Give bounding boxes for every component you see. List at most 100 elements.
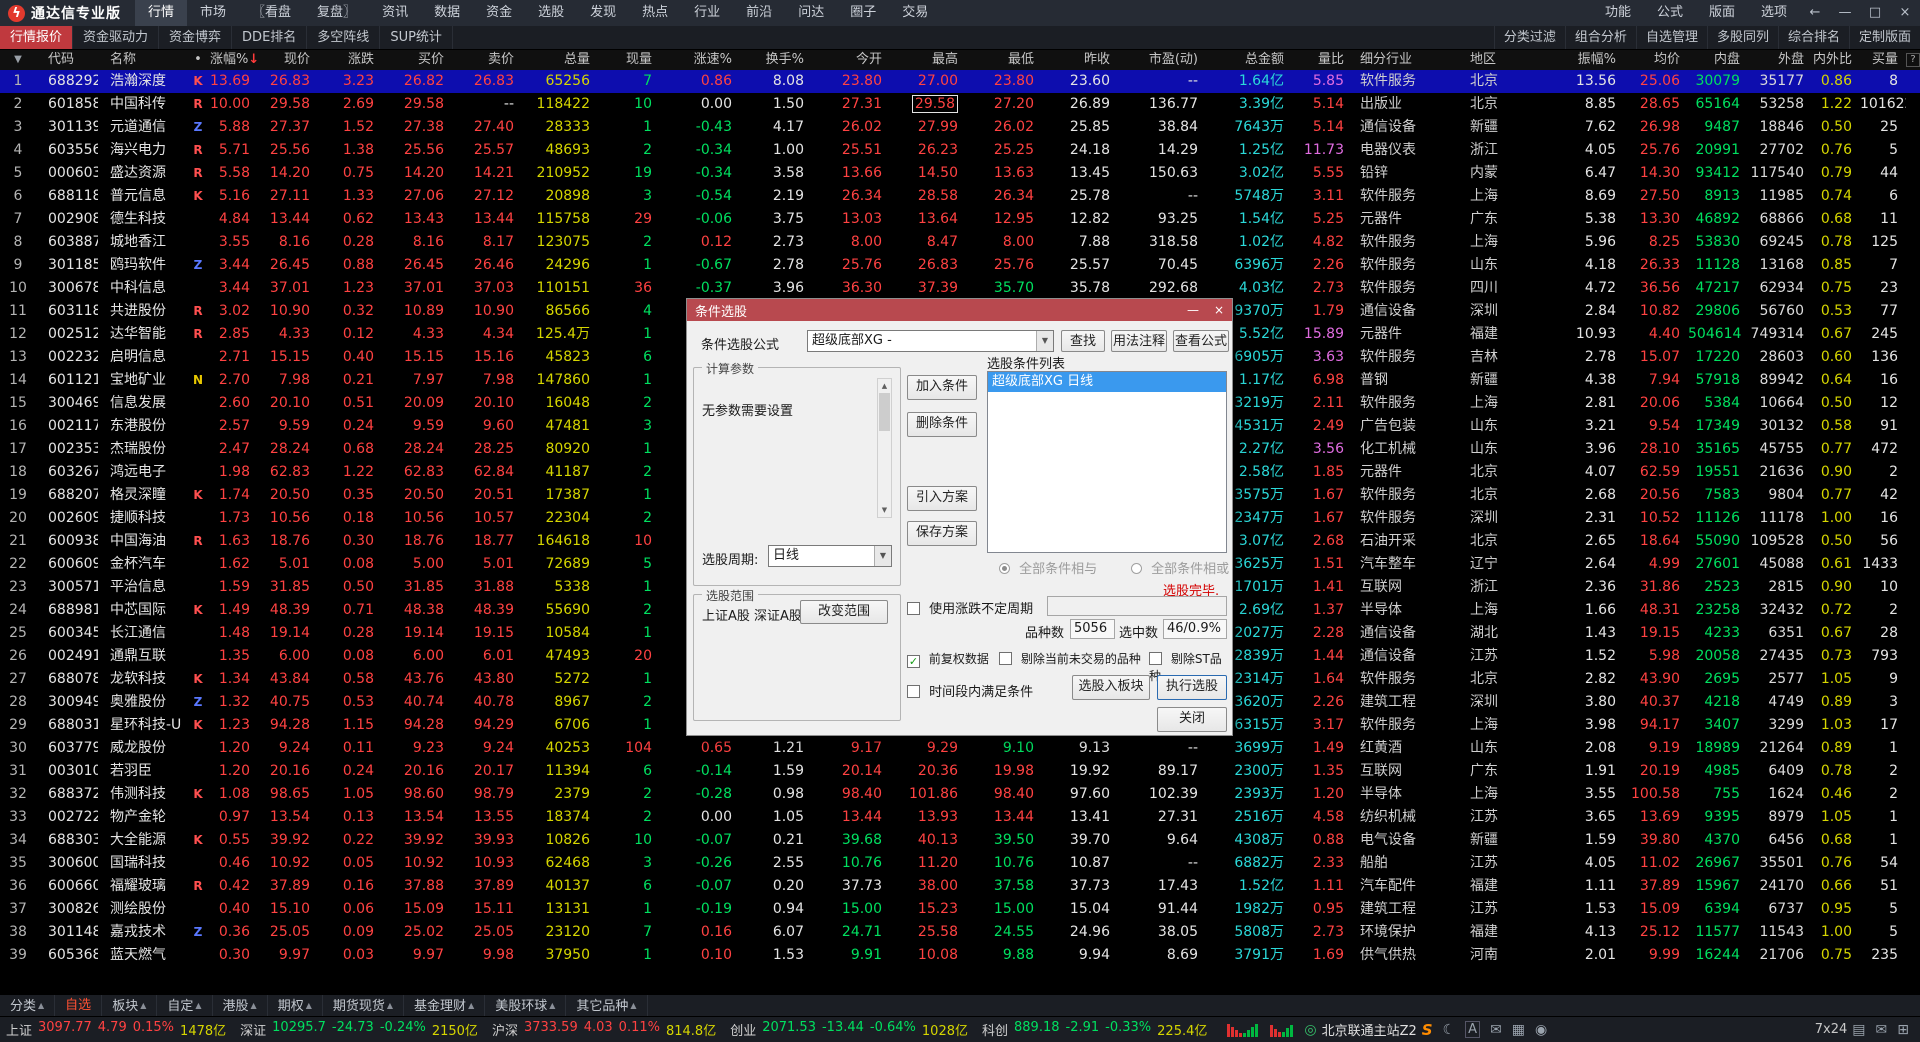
subnav-tool-1[interactable]: 组合分析 [1564, 26, 1636, 49]
subnav-tab-1[interactable]: 资金驱动力 [73, 26, 160, 49]
chevron-down-icon[interactable]: ▼ [874, 546, 891, 566]
stock-row[interactable]: 2 601858 中国科传 R 10.00 29.58 2.69 29.58 -- 118422 1… [0, 93, 1920, 116]
column-header-10[interactable]: 现量 [598, 50, 660, 70]
checkbox-time-range[interactable]: 时间段内满足条件 [907, 681, 1033, 700]
checkbox-unchecked-icon[interactable] [1149, 652, 1162, 665]
stock-row[interactable]: 30 603779 威龙股份 1.20 9.24 0.11 9.23 9.24 40253 104… [0, 737, 1920, 760]
menu-item-14[interactable]: 交易 [889, 0, 941, 26]
subnav-tab-3[interactable]: DDE排名 [232, 26, 308, 49]
column-header-16[interactable]: 昨收 [1042, 50, 1118, 70]
minimize-button-icon[interactable]: — [1830, 0, 1860, 26]
board-tab-0[interactable]: 分类 ▲ [0, 995, 56, 1016]
board-tab-4[interactable]: 港股 ▲ [213, 995, 268, 1016]
dialog-close-icon[interactable]: × [1206, 299, 1232, 321]
dialog-minimize-icon[interactable]: — [1180, 299, 1206, 321]
checkbox-unchecked-icon[interactable] [999, 652, 1012, 665]
close-button-icon[interactable]: × [1890, 0, 1920, 26]
column-header-12[interactable]: 换手% [740, 50, 812, 70]
stock-row[interactable]: 4 603556 海兴电力 R 5.71 25.56 1.38 25.56 25.57 48693… [0, 139, 1920, 162]
menu-item-0[interactable]: 行情 [135, 0, 188, 26]
chat-icon[interactable]: ✉ [1876, 1022, 1888, 1038]
stock-row[interactable]: 33 002722 物产金轮 0.97 13.54 0.13 13.54 13.55 18374… [0, 806, 1920, 829]
column-header-9[interactable]: 总量 [522, 50, 598, 70]
checkbox-unfixed-period[interactable]: 使用涨跌不定周期 [907, 598, 1033, 617]
stock-row[interactable]: 32 688372 伟测科技 K 1.08 98.65 1.05 98.60 98.79 2379… [0, 783, 1920, 806]
restore-button-icon[interactable]: □ [1860, 0, 1890, 26]
menu-item-10[interactable]: 行业 [681, 0, 733, 26]
column-header-5[interactable]: 现价 [258, 50, 318, 70]
back-button-icon[interactable]: ← [1800, 0, 1830, 26]
stock-row[interactable]: 6 688118 普元信息 K 5.16 27.11 1.33 27.06 27.12 20898… [0, 185, 1920, 208]
stock-row[interactable]: 10 300678 中科信息 3.44 37.01 1.23 37.01 37.03 11015… [0, 277, 1920, 300]
server-name[interactable]: 北京联通主站Z2 [1322, 1020, 1417, 1039]
stock-row[interactable]: 8 603887 城地香江 3.55 8.16 0.28 8.16 8.17 123075 2 0.… [0, 231, 1920, 254]
column-header-21[interactable]: 地区 [1462, 50, 1540, 70]
board-tab-6[interactable]: 期货现货 ▲ [323, 995, 405, 1016]
column-header-7[interactable]: 买价 [382, 50, 452, 70]
stock-row[interactable]: 37 300826 测绘股份 0.40 15.10 0.06 15.09 15.11 13131… [0, 898, 1920, 921]
params-scrollbar[interactable]: ▲ ▼ [877, 378, 892, 518]
apps-icon[interactable]: ⊞ [1897, 1022, 1909, 1038]
stock-row[interactable]: 3 301139 元道通信 Z 5.88 27.37 1.52 27.38 27.40 28333… [0, 116, 1920, 139]
menu-right-item-3[interactable]: 选项 [1748, 0, 1800, 26]
column-header-15[interactable]: 最低 [966, 50, 1042, 70]
tdx-s-icon[interactable]: S [1422, 1021, 1433, 1039]
change-range-button[interactable]: 改变范围 [800, 600, 888, 624]
dialog-titlebar[interactable]: 条件选股 — × [687, 299, 1232, 321]
subnav-tool-4[interactable]: 综合排名 [1777, 26, 1849, 49]
execute-pick-button[interactable]: 执行选股 [1157, 675, 1227, 700]
index-quote-4[interactable]: 科创 889.18 -2.91 -0.33% 225.4亿 [982, 1020, 1207, 1039]
scroll-up-icon[interactable]: ▲ [878, 379, 891, 393]
column-header-20[interactable]: 细分行业 [1352, 50, 1462, 70]
index-quote-2[interactable]: 沪深 3733.59 4.03 0.11% 814.8亿 [492, 1020, 716, 1039]
period-combobox[interactable]: 日线 ▼ [768, 545, 892, 567]
import-plan-button[interactable]: 引入方案 [907, 486, 977, 511]
menu-item-8[interactable]: 发现 [577, 0, 629, 26]
user-icon[interactable]: ◉ [1535, 1022, 1547, 1038]
column-header-18[interactable]: 总金额 [1206, 50, 1292, 70]
column-header-19[interactable]: 量比 [1292, 50, 1352, 70]
checkbox-forward-adjusted[interactable]: ✓ 前复权数据 [907, 650, 989, 668]
menu-item-11[interactable]: 前沿 [733, 0, 785, 26]
subnav-tool-0[interactable]: 分类过滤 [1493, 26, 1565, 49]
save-plan-button[interactable]: 保存方案 [907, 521, 977, 546]
checkbox-unchecked-icon[interactable] [907, 685, 920, 698]
menu-item-2[interactable]: 〖看盘 [239, 0, 304, 26]
unfixed-period-field[interactable] [1047, 596, 1227, 616]
stock-row[interactable]: 7 002908 德生科技 4.84 13.44 0.62 13.43 13.44 115758… [0, 208, 1920, 231]
scrollbar-thumb[interactable] [879, 393, 890, 431]
board-tab-5[interactable]: 期权 ▲ [268, 995, 323, 1016]
board-tab-2[interactable]: 板块 ▲ [102, 995, 158, 1016]
column-header-13[interactable]: 今开 [812, 50, 890, 70]
scroll-down-icon[interactable]: ▼ [878, 503, 891, 517]
menu-right-item-2[interactable]: 版面 [1696, 0, 1748, 26]
index-quote-0[interactable]: 上证 3097.77 4.79 0.15% 1478亿 [6, 1020, 226, 1039]
menu-item-12[interactable]: 问达 [785, 0, 837, 26]
menu-item-1[interactable]: 市场 [187, 0, 239, 26]
menu-right-item-0[interactable]: 功能 [1592, 0, 1644, 26]
column-header-14[interactable]: 最高 [890, 50, 966, 70]
stock-row[interactable]: 9 301185 鸥玛软件 Z 3.44 26.45 0.88 26.45 26.46 24296… [0, 254, 1920, 277]
board-tab-8[interactable]: 美股环球 ▲ [485, 995, 567, 1016]
board-tab-3[interactable]: 自定 ▲ [157, 995, 213, 1016]
menu-item-6[interactable]: 资金 [473, 0, 525, 26]
index-quote-1[interactable]: 深证 10295.7 -24.73 -0.24% 2150亿 [240, 1020, 478, 1039]
column-header-3[interactable]: • [186, 50, 210, 70]
column-header-2[interactable]: 名称 [98, 50, 186, 70]
close-dialog-button[interactable]: 关闭 [1157, 707, 1227, 732]
index-quote-3[interactable]: 创业 2071.53 -13.44 -0.64% 1028亿 [730, 1020, 968, 1039]
column-header-11[interactable]: 涨速% [660, 50, 740, 70]
checkbox-unchecked-icon[interactable] [907, 602, 920, 615]
find-button[interactable]: 查找 [1061, 330, 1105, 352]
formula-combobox[interactable]: 超级底部XG - ▼ [807, 330, 1054, 352]
menu-item-9[interactable]: 热点 [629, 0, 681, 26]
column-header-4[interactable]: 涨幅%↓ [210, 50, 258, 70]
chevron-down-icon[interactable]: ▼ [1036, 331, 1053, 351]
condition-list-item[interactable]: 超级底部XG 日线 [988, 372, 1226, 392]
subnav-tab-5[interactable]: SUP统计 [380, 26, 453, 49]
stock-row[interactable]: 36 600660 福耀玻璃 R 0.42 37.89 0.16 37.88 37.89 4013… [0, 875, 1920, 898]
subnav-tool-5[interactable]: 定制版面 [1848, 26, 1920, 49]
subnav-tab-4[interactable]: 多空阵线 [307, 26, 381, 49]
subnav-tab-2[interactable]: 资金博弈 [159, 26, 233, 49]
menu-item-5[interactable]: 数据 [421, 0, 473, 26]
